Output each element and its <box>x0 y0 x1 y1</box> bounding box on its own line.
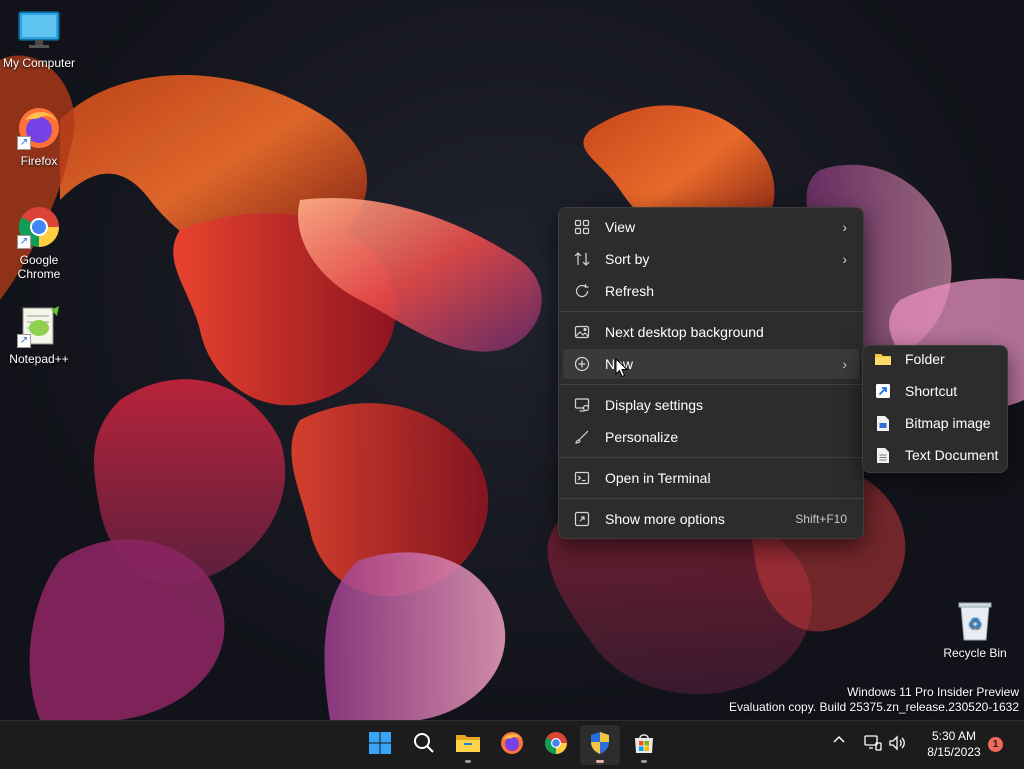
refresh-icon <box>571 282 593 300</box>
menu-separator <box>559 457 863 458</box>
desktop-icon-label: Notepad++ <box>9 352 69 366</box>
running-indicator-active <box>596 760 604 763</box>
taskbar-store-button[interactable] <box>624 725 664 765</box>
taskbar-file-explorer-button[interactable] <box>448 725 488 765</box>
menu-separator <box>559 384 863 385</box>
chevron-right-icon: › <box>842 356 847 372</box>
menu-item-show-more-options[interactable]: Show more options Shift+F10 <box>563 504 859 534</box>
submenu-item-shortcut[interactable]: Shortcut <box>867 376 1003 406</box>
windows-evaluation-watermark: Windows 11 Pro Insider Preview Evaluatio… <box>729 685 1019 715</box>
desktop-icon-label: Recycle Bin <box>943 646 1007 660</box>
desktop-icon-label: Google Chrome <box>17 253 61 281</box>
desktop-icon-notepadpp[interactable]: ↗ Notepad++ <box>0 304 81 366</box>
submenu-item-folder[interactable]: Folder <box>867 344 1003 374</box>
menu-item-next-desktop-background[interactable]: Next desktop background <box>563 317 859 347</box>
shortcut-arrow-icon: ↗ <box>17 136 31 150</box>
taskbar: 5:30 AM 8/15/2023 1 <box>0 720 1024 769</box>
desktop-icon-my-computer[interactable]: My Computer <box>0 8 81 70</box>
shortcut-arrow-icon: ↗ <box>17 334 31 348</box>
menu-item-label: Personalize <box>605 429 679 445</box>
taskbar-search-button[interactable] <box>404 725 444 765</box>
menu-item-label: Sort by <box>605 251 650 267</box>
menu-item-label: Refresh <box>605 283 655 299</box>
submenu-item-label: Text Document <box>905 447 999 463</box>
chrome-icon <box>544 731 568 760</box>
menu-item-view[interactable]: View › <box>563 212 859 242</box>
desktop-context-menu: View › Sort by › Refresh Next desktop ba… <box>558 207 864 539</box>
desktop-icon-firefox[interactable]: ↗ Firefox <box>0 106 81 168</box>
taskbar-start-button[interactable] <box>360 725 400 765</box>
folder-icon <box>873 350 893 368</box>
watermark-line-1: Windows 11 Pro Insider Preview <box>847 685 1019 699</box>
sort-icon <box>571 250 593 268</box>
display-settings-icon <box>571 396 593 414</box>
menu-separator <box>559 311 863 312</box>
text-document-icon <box>873 446 893 464</box>
notepadpp-icon: ↗ <box>17 304 61 348</box>
menu-item-personalize[interactable]: Personalize <box>563 422 859 452</box>
clock-date: 8/15/2023 <box>927 745 981 759</box>
menu-item-label: Show more options <box>605 511 725 527</box>
svg-text:♻: ♻ <box>968 614 982 633</box>
submenu-item-label: Shortcut <box>905 383 958 399</box>
menu-item-new[interactable]: New › <box>563 349 859 379</box>
notification-badge[interactable]: 1 <box>988 737 1003 752</box>
menu-item-label: Display settings <box>605 397 704 413</box>
menu-item-open-in-terminal[interactable]: Open in Terminal <box>563 463 859 493</box>
menu-separator <box>559 498 863 499</box>
taskbar-chrome-button[interactable] <box>536 725 576 765</box>
image-swap-icon <box>571 323 593 341</box>
brush-icon <box>571 428 593 446</box>
firefox-icon <box>500 731 524 760</box>
submenu-item-label: Folder <box>905 351 945 367</box>
bitmap-icon <box>873 414 893 432</box>
running-indicator <box>465 760 471 763</box>
desktop-icon-label: My Computer <box>2 56 76 70</box>
mouse-cursor-icon <box>615 357 629 383</box>
new-submenu: Folder Shortcut Bitmap image Text Docume… <box>862 345 1008 473</box>
menu-item-label: View <box>605 219 636 235</box>
shield-icon <box>588 731 612 760</box>
network-icon[interactable] <box>864 735 882 756</box>
submenu-item-bitmap-image[interactable]: Bitmap image <box>867 408 1003 438</box>
plus-circle-icon <box>571 355 593 373</box>
menu-item-refresh[interactable]: Refresh <box>563 276 859 306</box>
submenu-item-text-document[interactable]: Text Document <box>867 440 1003 470</box>
monitor-icon <box>17 8 61 52</box>
more-options-icon <box>571 510 593 528</box>
taskbar-firefox-button[interactable] <box>492 725 532 765</box>
desktop-icon-recycle-bin[interactable]: ♻ Recycle Bin <box>933 598 1017 660</box>
menu-item-label: Open in Terminal <box>605 470 711 486</box>
menu-item-sort-by[interactable]: Sort by › <box>563 244 859 274</box>
search-icon <box>412 731 436 760</box>
clock-time: 5:30 AM <box>931 729 977 743</box>
grid-icon <box>571 218 593 236</box>
chevron-right-icon: › <box>842 219 847 235</box>
windows-start-icon <box>368 731 392 760</box>
desktop-icon-google-chrome[interactable]: ↗ Google Chrome <box>0 205 81 281</box>
shortcut-icon <box>873 382 893 400</box>
folder-icon <box>455 732 481 759</box>
shortcut-arrow-icon: ↗ <box>17 235 31 249</box>
submenu-item-label: Bitmap image <box>905 415 991 431</box>
firefox-icon: ↗ <box>17 106 61 150</box>
volume-icon[interactable] <box>888 735 906 756</box>
terminal-icon <box>571 469 593 487</box>
desktop-icon-label: Firefox <box>20 154 58 168</box>
taskbar-clock[interactable]: 5:30 AM 8/15/2023 <box>912 728 996 760</box>
menu-item-display-settings[interactable]: Display settings <box>563 390 859 420</box>
watermark-line-2: Evaluation copy. Build 25375.zn_release.… <box>729 700 1019 714</box>
chevron-right-icon: › <box>842 251 847 267</box>
tray-overflow-chevron-icon[interactable] <box>832 733 846 752</box>
menu-item-label: Next desktop background <box>605 324 764 340</box>
chrome-icon: ↗ <box>17 205 61 249</box>
running-indicator <box>641 760 647 763</box>
keyboard-shortcut-label: Shift+F10 <box>795 512 847 526</box>
store-icon <box>632 731 656 760</box>
taskbar-security-button[interactable] <box>580 725 620 765</box>
recycle-bin-icon: ♻ <box>953 598 997 642</box>
